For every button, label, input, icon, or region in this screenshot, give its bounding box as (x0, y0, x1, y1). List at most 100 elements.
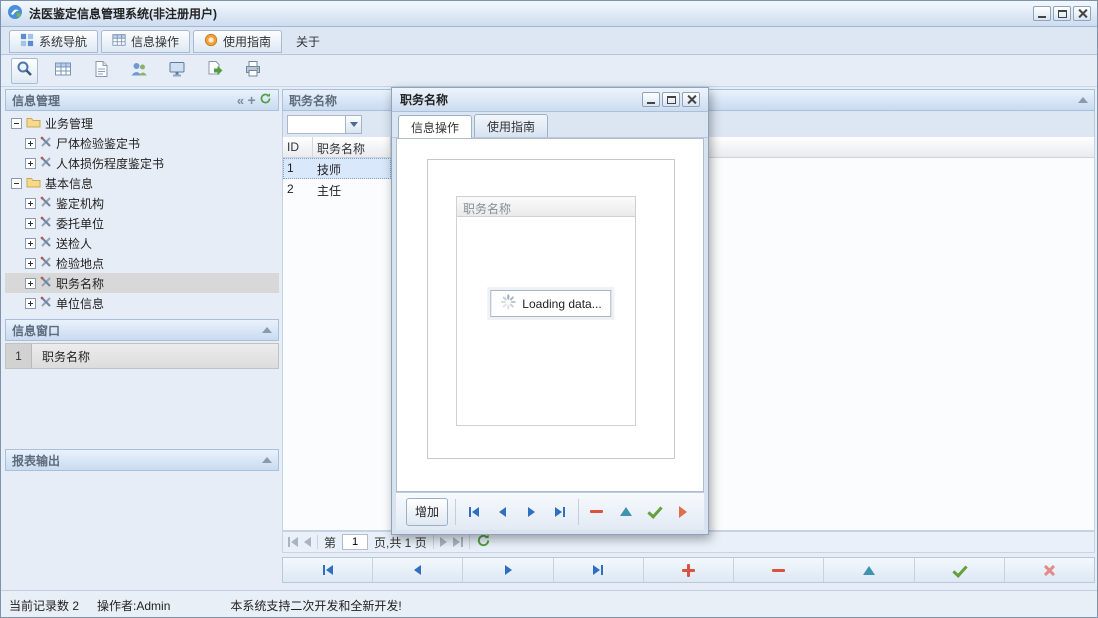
tab-label: 信息操作 (411, 119, 459, 136)
record-actions-bar (282, 557, 1095, 583)
first-page-button[interactable] (288, 537, 298, 547)
tab-about[interactable]: 关于 (285, 30, 331, 53)
tree-item-injury-degree-report[interactable]: 人体损伤程度鉴定书 (5, 153, 279, 173)
tree-item-unit-info[interactable]: 单位信息 (5, 293, 279, 313)
expand-expander-icon[interactable] (25, 198, 36, 209)
prev-page-button[interactable] (304, 537, 311, 547)
report-output-panel-header[interactable]: 报表输出 (5, 449, 279, 471)
tab-user-guide[interactable]: 使用指南 (193, 30, 282, 53)
collapse-expander-icon[interactable] (11, 178, 22, 189)
info-window-panel-header[interactable]: 信息窗口 (5, 319, 279, 341)
table-button[interactable] (49, 58, 76, 84)
table-row[interactable]: 2 主任 (283, 179, 391, 200)
next-record-button[interactable] (463, 558, 553, 582)
next-page-button[interactable] (440, 537, 447, 547)
maximize-button[interactable] (1053, 6, 1071, 21)
users-icon (130, 60, 148, 81)
prev-record-icon (499, 507, 506, 517)
collapse-left-icon[interactable] (237, 94, 244, 107)
last-page-button[interactable] (453, 537, 463, 547)
printer-icon (244, 60, 262, 81)
combo-trigger-button[interactable] (345, 115, 362, 134)
info-window-item-index: 1 (6, 344, 32, 368)
expand-expander-icon[interactable] (25, 278, 36, 289)
add-record-button[interactable] (644, 558, 734, 582)
users-button[interactable] (125, 58, 152, 84)
confirm-button[interactable] (643, 500, 665, 524)
last-record-button[interactable] (549, 500, 571, 524)
forward-button[interactable] (672, 500, 694, 524)
info-management-panel-header[interactable]: 信息管理 (5, 89, 279, 111)
first-record-icon (326, 565, 333, 575)
dialog-maximize-button[interactable] (662, 92, 680, 107)
tree-item-corpse-exam-report[interactable]: 尸体检验鉴定书 (5, 133, 279, 153)
check-icon (647, 506, 662, 517)
expand-expander-icon[interactable] (25, 138, 36, 149)
add-icon[interactable] (247, 93, 255, 107)
column-header-id[interactable]: ID (283, 137, 313, 157)
confirm-button[interactable] (915, 558, 1005, 582)
filter-combo-input[interactable] (287, 115, 345, 134)
remove-record-button[interactable] (586, 500, 608, 524)
spinner-icon (500, 294, 516, 313)
search-button[interactable] (11, 58, 38, 84)
dialog-tab-user-guide[interactable]: 使用指南 (474, 114, 548, 137)
panel-collapse-icon[interactable] (262, 457, 272, 463)
tree-item-basic-info[interactable]: 基本信息 (5, 173, 279, 193)
refresh-icon[interactable] (259, 92, 272, 108)
move-up-button[interactable] (824, 558, 914, 582)
operator-text: 操作者:Admin (97, 597, 170, 614)
table-grid-icon (112, 33, 126, 50)
page-label-prefix: 第 (324, 534, 336, 551)
export-button[interactable] (201, 58, 228, 84)
dialog-minimize-button[interactable] (642, 92, 660, 107)
first-record-button[interactable] (283, 558, 373, 582)
new-document-button[interactable] (87, 58, 114, 84)
add-button[interactable]: 增加 (406, 498, 448, 526)
info-window-item[interactable]: 1 职务名称 (5, 343, 279, 369)
tree-item-position-name[interactable]: 职务名称 (5, 273, 279, 293)
expand-expander-icon[interactable] (25, 218, 36, 229)
tab-label: 使用指南 (487, 118, 535, 135)
tree-item-entrusting-unit[interactable]: 委托单位 (5, 213, 279, 233)
next-record-button[interactable] (520, 500, 542, 524)
panel-collapse-icon[interactable] (1078, 97, 1088, 103)
tab-system-nav[interactable]: 系统导航 (9, 30, 98, 53)
first-record-button[interactable] (463, 500, 485, 524)
expand-expander-icon[interactable] (25, 158, 36, 169)
tool-icon (40, 236, 52, 251)
prev-record-button[interactable] (492, 500, 514, 524)
expand-expander-icon[interactable] (25, 298, 36, 309)
dialog-close-button[interactable] (682, 92, 700, 107)
printer-button[interactable] (239, 58, 266, 84)
prev-record-button[interactable] (373, 558, 463, 582)
remove-record-button[interactable] (734, 558, 824, 582)
table-row[interactable]: 1 技师 (283, 158, 391, 179)
move-up-button[interactable] (615, 500, 637, 524)
menu-bar: 系统导航 信息操作 使用指南 关于 (1, 27, 1097, 55)
close-button[interactable] (1073, 6, 1091, 21)
window-title: 法医鉴定信息管理系统(非注册用户) (29, 5, 217, 22)
expand-expander-icon[interactable] (25, 238, 36, 249)
page-number-input[interactable] (342, 534, 368, 550)
tree-item-submitter[interactable]: 送检人 (5, 233, 279, 253)
column-header-name[interactable]: 职务名称 (313, 137, 391, 157)
expand-expander-icon[interactable] (25, 258, 36, 269)
tree-item-business-management[interactable]: 业务管理 (5, 113, 279, 133)
dialog-grid-column-header[interactable]: 职务名称 (457, 197, 635, 217)
dialog-titlebar[interactable]: 职务名称 (392, 88, 708, 112)
dialog-tab-info-ops[interactable]: 信息操作 (398, 115, 472, 138)
tree-item-exam-location[interactable]: 检验地点 (5, 253, 279, 273)
monitor-button[interactable] (163, 58, 190, 84)
minimize-button[interactable] (1033, 6, 1051, 21)
tab-info-ops[interactable]: 信息操作 (101, 30, 190, 53)
cancel-button[interactable] (1005, 558, 1094, 582)
tree-item-appraisal-org[interactable]: 鉴定机构 (5, 193, 279, 213)
refresh-button[interactable] (476, 533, 491, 551)
up-triangle-icon (863, 566, 875, 575)
last-record-button[interactable] (554, 558, 644, 582)
window-titlebar: 法医鉴定信息管理系统(非注册用户) (1, 1, 1097, 27)
panel-collapse-icon[interactable] (262, 327, 272, 333)
dialog-toolbar: 增加 (396, 492, 704, 530)
collapse-expander-icon[interactable] (11, 118, 22, 129)
